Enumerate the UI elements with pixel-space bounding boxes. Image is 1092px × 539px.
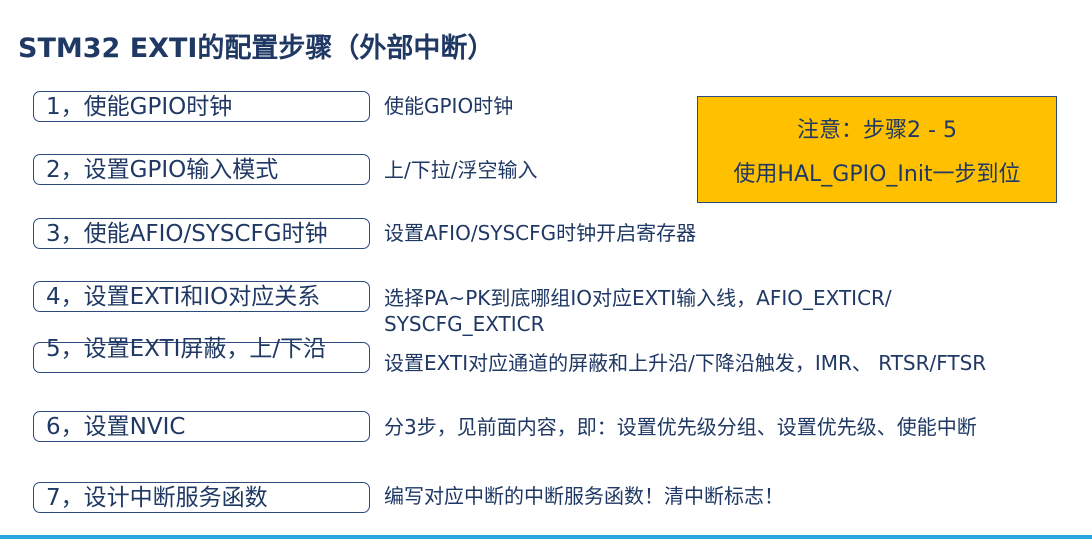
step-description: 上/下拉/浮空输入 — [384, 158, 538, 182]
step-box-3: 3，使能AFIO/SYSCFG时钟 — [33, 218, 370, 249]
step-label: 7，设计中断服务函数 — [46, 485, 268, 511]
step-box-7: 7，设计中断服务函数 — [33, 482, 370, 513]
step-label: 3，使能AFIO/SYSCFG时钟 — [46, 221, 328, 247]
step-label: 2，设置GPIO输入模式 — [46, 157, 279, 183]
page-title: STM32 EXTI的配置步骤（外部中断） — [18, 33, 495, 64]
step-description: 选择PA~PK到底哪组IO对应EXTI输入线，AFIO_EXTICR/ SYSC… — [384, 286, 892, 336]
step-label: 1，使能GPIO时钟 — [46, 94, 233, 120]
bottom-divider — [0, 535, 1092, 539]
step-label: 4，设置EXTI和IO对应关系 — [46, 284, 321, 310]
note-title: 注意：步骤2 - 5 — [797, 118, 957, 143]
note-box: 注意：步骤2 - 5 使用HAL_GPIO_Init一步到位 — [697, 96, 1057, 203]
step-description: 编写对应中断的中断服务函数！清中断标志！ — [384, 484, 784, 508]
step-box-1: 1，使能GPIO时钟 — [33, 91, 370, 122]
step-description: 使能GPIO时钟 — [384, 94, 514, 118]
step-box-5: 5，设置EXTI屏蔽，上/下沿 — [33, 337, 370, 373]
step-box-6: 6，设置NVIC — [33, 411, 370, 442]
step-box-4: 4，设置EXTI和IO对应关系 — [33, 281, 370, 312]
note-text: 使用HAL_GPIO_Init一步到位 — [733, 162, 1021, 187]
step-label: 6，设置NVIC — [46, 414, 186, 440]
step-description: 设置EXTI对应通道的屏蔽和上升沿/下降沿触发，IMR、 RTSR/FTSR — [384, 351, 987, 375]
step-description: 分3步，见前面内容，即：设置优先级分组、设置优先级、使能中断 — [384, 415, 977, 439]
step-label: 5，设置EXTI屏蔽，上/下沿 — [46, 336, 327, 362]
step-description: 设置AFIO/SYSCFG时钟开启寄存器 — [384, 221, 697, 245]
step-box-2: 2，设置GPIO输入模式 — [33, 154, 370, 185]
